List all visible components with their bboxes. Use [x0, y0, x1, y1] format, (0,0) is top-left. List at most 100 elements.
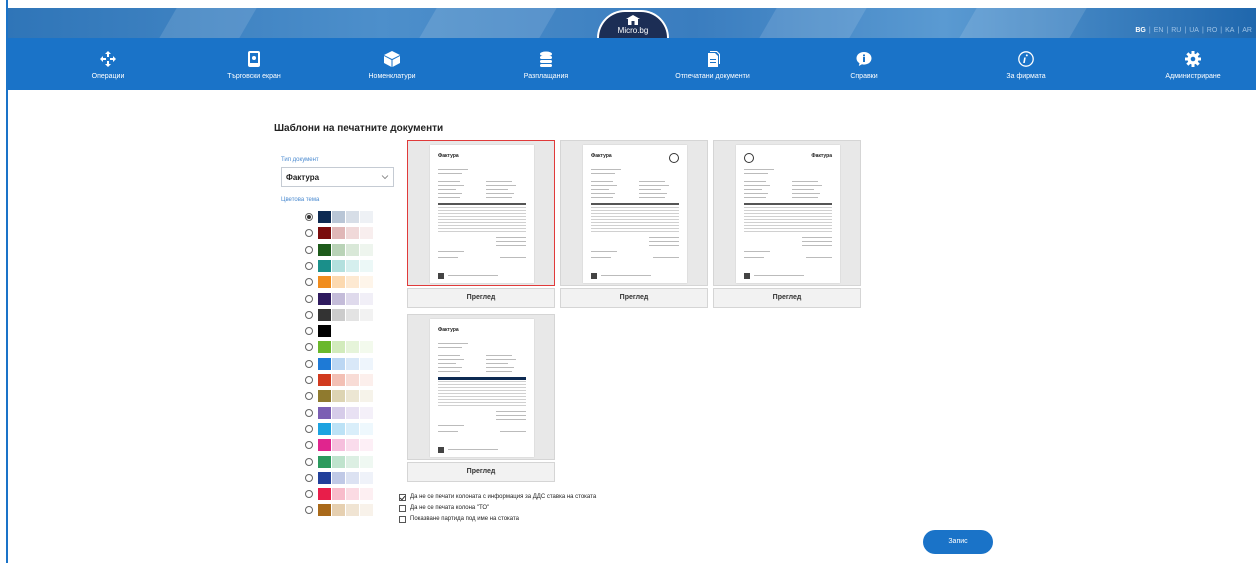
color-theme-row[interactable] — [305, 486, 377, 502]
preview-line — [438, 367, 462, 368]
color-theme-row[interactable] — [305, 502, 377, 518]
language-ar[interactable]: AR — [1242, 27, 1252, 34]
nav-item-operations[interactable]: Операции — [48, 38, 168, 90]
color-theme-row[interactable] — [305, 437, 377, 453]
preview-table-row — [744, 222, 832, 223]
language-ro[interactable]: RO — [1207, 27, 1218, 34]
theme-radio[interactable] — [305, 490, 313, 499]
option-checkbox[interactable] — [399, 516, 406, 523]
language-en[interactable]: EN — [1154, 27, 1164, 34]
template-thumbnail[interactable]: Фактура — [560, 140, 708, 286]
preview-table-row — [438, 402, 526, 403]
color-theme-row[interactable] — [305, 209, 377, 225]
preview-line — [744, 189, 762, 190]
color-theme-row[interactable] — [305, 291, 377, 307]
preview-button[interactable]: Преглед — [407, 288, 555, 308]
theme-radio[interactable] — [305, 327, 313, 336]
header-decoration — [959, 8, 1087, 38]
logo-text: Micro.bg — [617, 26, 649, 35]
nav-item-payments[interactable]: Разплащания — [486, 38, 606, 90]
preview-button[interactable]: Преглед — [713, 288, 861, 308]
theme-swatch — [360, 390, 373, 403]
color-theme-row[interactable] — [305, 470, 377, 486]
theme-radio[interactable] — [305, 441, 313, 450]
theme-radio[interactable] — [305, 343, 313, 352]
preview-line — [591, 185, 617, 186]
language-ru[interactable]: RU — [1171, 27, 1181, 34]
color-theme-row[interactable] — [305, 323, 377, 339]
preview-totals — [496, 419, 526, 420]
doc-type-select[interactable]: Фактура — [281, 167, 394, 187]
theme-radio[interactable] — [305, 424, 313, 433]
box-icon — [384, 51, 400, 67]
preview-table-row — [438, 219, 526, 220]
theme-radio[interactable] — [305, 473, 313, 482]
nav-label: Администриране — [1165, 73, 1221, 80]
company-logo-icon — [744, 153, 754, 163]
nav-label: Номенклатури — [368, 73, 416, 80]
theme-radio[interactable] — [305, 229, 313, 238]
nav-item-printed-documents[interactable]: Отпечатани документи — [650, 38, 775, 90]
theme-swatch — [332, 243, 345, 256]
color-theme-row[interactable] — [305, 274, 377, 290]
theme-radio[interactable] — [305, 294, 313, 303]
preview-button[interactable]: Преглед — [560, 288, 708, 308]
color-theme-label: Цветова тема — [281, 197, 320, 203]
preview-line — [438, 173, 462, 174]
nav-item-nomenclatures[interactable]: Номенклатури — [332, 38, 452, 90]
theme-radio[interactable] — [305, 245, 313, 254]
option-checkbox[interactable] — [399, 505, 406, 512]
preview-table-row — [744, 231, 832, 232]
color-theme-row[interactable] — [305, 307, 377, 323]
preview-button[interactable]: Преглед — [407, 462, 555, 482]
color-theme-row[interactable] — [305, 339, 377, 355]
theme-radio[interactable] — [305, 408, 313, 417]
template-card[interactable]: Фактура Преглед — [407, 314, 555, 482]
language-ua[interactable]: UA — [1189, 27, 1199, 34]
color-theme-row[interactable] — [305, 388, 377, 404]
theme-radio[interactable] — [305, 310, 313, 319]
info-circle-icon — [1018, 51, 1034, 67]
nav-label: Търговски екран — [227, 73, 281, 80]
preview-line — [792, 189, 814, 190]
preview-line — [591, 173, 615, 174]
nav-item-company[interactable]: За фирмата — [966, 38, 1086, 90]
template-card[interactable]: Фактура Преглед — [713, 140, 861, 308]
color-theme-row[interactable] — [305, 421, 377, 437]
nav-label: Отпечатани документи — [675, 73, 750, 80]
theme-radio[interactable] — [305, 392, 313, 401]
color-theme-row[interactable] — [305, 225, 377, 241]
theme-swatch — [332, 422, 345, 435]
nav-item-trade-screen[interactable]: Търговски екран — [194, 38, 314, 90]
save-button[interactable]: Запис — [923, 530, 993, 554]
theme-radio[interactable] — [305, 376, 313, 384]
color-theme-row[interactable] — [305, 372, 377, 388]
template-thumbnail[interactable]: Фактура — [407, 314, 555, 460]
color-theme-row[interactable] — [305, 242, 377, 258]
preview-title: Фактура — [591, 153, 612, 159]
theme-radio[interactable] — [305, 506, 313, 515]
nav-item-administration[interactable]: Администриране — [1133, 38, 1253, 90]
option-checkbox[interactable] — [399, 494, 406, 501]
theme-radio[interactable] — [305, 457, 313, 466]
documents-icon — [707, 51, 720, 67]
template-card[interactable]: Фактура Преглед — [560, 140, 708, 308]
theme-radio[interactable] — [305, 261, 313, 270]
language-bg[interactable]: BG — [1135, 27, 1146, 34]
color-theme-row[interactable] — [305, 356, 377, 372]
theme-swatch — [346, 439, 359, 452]
theme-radio[interactable] — [305, 359, 313, 368]
theme-radio[interactable] — [305, 213, 313, 221]
color-theme-row[interactable] — [305, 405, 377, 421]
color-theme-row[interactable] — [305, 454, 377, 470]
template-card[interactable]: Фактура Преглед — [407, 140, 555, 308]
nav-item-reports[interactable]: Справки — [804, 38, 924, 90]
preview-table-row — [438, 207, 526, 208]
template-thumbnail[interactable]: Фактура — [713, 140, 861, 286]
color-theme-row[interactable] — [305, 258, 377, 274]
document-preview: Фактура — [430, 319, 534, 457]
template-thumbnail[interactable]: Фактура — [407, 140, 555, 286]
theme-radio[interactable] — [305, 278, 313, 287]
preview-line — [591, 197, 613, 198]
preview-line — [792, 197, 818, 198]
